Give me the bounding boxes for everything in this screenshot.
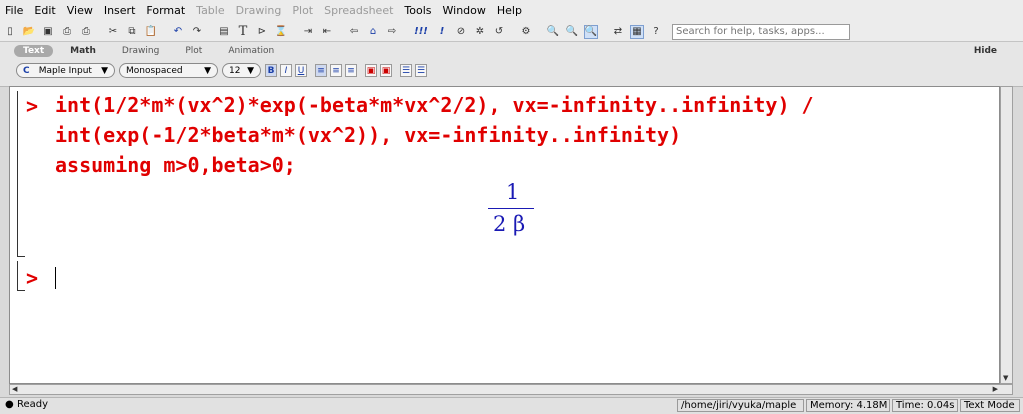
forward-arrow-icon[interactable]: ⇨ (385, 25, 399, 39)
status-text: Ready (17, 399, 49, 410)
stop-icon[interactable]: ⊘ (454, 25, 468, 39)
tab-math[interactable]: Math (61, 45, 105, 57)
back-arrow-icon[interactable]: ⇦ (347, 25, 361, 39)
open-folder-icon[interactable]: 📂 (22, 25, 36, 39)
chevron-down-icon: ▼ (204, 65, 211, 76)
underline-button[interactable]: U (295, 64, 307, 77)
tab-animation[interactable]: Animation (219, 45, 283, 57)
prompt-tool-icon[interactable]: ⊳ (255, 25, 269, 39)
toolbar: ▯ 📂 ▣ ⎙ ⎙ ✂ ⧉ 📋 ↶ ↷ ▤ T ⊳ ⌛ ⇥ ⇤ ⇦ ⌂ ⇨ !!… (0, 22, 1023, 41)
style-icon: C (23, 65, 30, 76)
copy-icon[interactable]: ⧉ (125, 25, 139, 39)
menu-view[interactable]: View (62, 0, 99, 22)
tab-text[interactable]: Text (14, 45, 54, 57)
maple-input-line[interactable]: int(1/2*m*(vx^2)*exp(-beta*m*vx^2/2), vx… (55, 90, 814, 120)
bullet-list-icon[interactable]: ☰ (400, 64, 412, 77)
execute-icon[interactable]: ! (435, 25, 449, 39)
redo-icon[interactable]: ↷ (190, 25, 204, 39)
zoom-fit-icon[interactable]: 🔍 (584, 24, 598, 39)
next-input-prompt: > (26, 266, 39, 290)
vertical-scrollbar[interactable]: ▼ (1000, 86, 1013, 384)
chevron-down-icon: ▼ (247, 65, 254, 76)
home-icon[interactable]: ⌂ (366, 25, 380, 39)
status-time: Time: 0.04s (892, 399, 958, 412)
hide-button[interactable]: Hide (974, 46, 997, 56)
debug-icon[interactable]: ✲ (473, 25, 487, 39)
chevron-down-icon: ▼ (101, 65, 108, 76)
numbered-list-icon[interactable]: ☰ (415, 64, 427, 77)
swap-icon[interactable]: ⇄ (611, 25, 625, 39)
menu-format[interactable]: Format (141, 0, 191, 22)
status-indicator-icon: ● (5, 399, 14, 410)
execution-group-bracket[interactable] (17, 261, 18, 291)
italic-button[interactable]: I (280, 64, 292, 77)
fraction-bar (488, 208, 534, 209)
output-numerator: 1 (506, 180, 520, 204)
format-row: C Maple Input ▼ Monospaced ▼ 12 ▼ B I U … (16, 63, 430, 78)
print-preview-icon[interactable]: ⎙ (60, 25, 74, 39)
font-combo-value: Monospaced (126, 65, 183, 76)
size-combo[interactable]: 12 ▼ (222, 63, 261, 78)
align-left-icon[interactable]: ≡ (315, 64, 327, 77)
undo-icon[interactable]: ↶ (171, 25, 185, 39)
status-mode[interactable]: Text Mode (960, 399, 1020, 412)
status-bar: ● Ready /home/jiri/vyuka/maple Memory: 4… (0, 397, 1023, 414)
execution-group-bracket[interactable] (17, 91, 18, 257)
print-icon[interactable]: ⎙ (79, 25, 93, 39)
menu-file[interactable]: File (0, 0, 29, 22)
menu-insert[interactable]: Insert (99, 0, 142, 22)
menu-bar: File Edit View Insert Format Table Drawing Plot… (0, 0, 1023, 22)
indent-icon[interactable]: ⇥ (301, 25, 315, 39)
save-icon[interactable]: ▣ (41, 25, 55, 39)
tab-plot[interactable]: Plot (176, 45, 211, 57)
maple-input-line[interactable]: int(exp(-1/2*beta*m*(vx^2)), vx=-infinit… (55, 120, 681, 150)
zoom-out-icon[interactable]: 🔍 (546, 25, 560, 39)
execute-all-icon[interactable]: !!! (412, 25, 430, 39)
menu-spreadsheet: Spreadsheet (324, 4, 394, 17)
menu-window[interactable]: Window (438, 0, 492, 22)
text-tool-icon[interactable]: T (236, 24, 250, 39)
menu-drawing: Drawing (235, 4, 282, 17)
status-memory: Memory: 4.18M (806, 399, 890, 412)
restart-icon[interactable]: ↺ (492, 25, 506, 39)
highlight-color-icon[interactable]: ▣ (380, 64, 392, 77)
scroll-down-icon[interactable]: ▼ (1003, 374, 1008, 382)
style-combo-value: Maple Input (38, 65, 92, 76)
menu-table: Table (196, 4, 225, 17)
gear-icon[interactable]: ⚙ (519, 25, 533, 39)
worksheet[interactable]: > int(1/2*m*(vx^2)*exp(-beta*m*vx^2/2), … (9, 86, 1000, 384)
text-cursor (55, 267, 56, 289)
new-document-icon[interactable]: ▯ (3, 25, 17, 39)
insert-code-icon[interactable]: ▤ (217, 25, 231, 39)
help-icon[interactable]: ? (649, 25, 663, 39)
palette-icon[interactable]: ▦ (630, 24, 644, 39)
scroll-right-icon[interactable]: ▶ (993, 385, 998, 393)
cut-icon[interactable]: ✂ (106, 25, 120, 39)
outdent-icon[interactable]: ⇤ (320, 25, 334, 39)
status-path: /home/jiri/vyuka/maple (677, 399, 804, 412)
font-combo[interactable]: Monospaced ▼ (119, 63, 218, 78)
bold-button[interactable]: B (265, 64, 277, 77)
style-combo[interactable]: C Maple Input ▼ (16, 63, 115, 78)
mode-tabs: Text Math Drawing Plot Animation (14, 45, 291, 57)
paste-icon[interactable]: 📋 (144, 25, 158, 39)
output-denominator: 2 β (493, 212, 526, 236)
context-panel: Text Math Drawing Plot Animation Hide C … (0, 41, 1023, 87)
zoom-in-icon[interactable]: 🔍 (565, 25, 579, 39)
search-input[interactable] (672, 23, 850, 40)
text-color-icon[interactable]: ▣ (365, 64, 377, 77)
section-icon[interactable]: ⌛ (274, 25, 288, 39)
menu-help[interactable]: Help (492, 0, 528, 22)
align-center-icon[interactable]: ≡ (330, 64, 342, 77)
input-prompt: > (26, 94, 39, 118)
align-right-icon[interactable]: ≡ (345, 64, 357, 77)
maple-input-line[interactable]: assuming m>0,beta>0; (55, 150, 296, 180)
tab-drawing[interactable]: Drawing (113, 45, 168, 57)
size-combo-value: 12 (229, 65, 241, 76)
menu-tools[interactable]: Tools (399, 0, 437, 22)
menu-plot: Plot (292, 4, 314, 17)
scroll-left-icon[interactable]: ◀ (12, 385, 17, 393)
menu-edit[interactable]: Edit (29, 0, 61, 22)
horizontal-scrollbar[interactable]: ◀ ▶ (9, 384, 1013, 395)
